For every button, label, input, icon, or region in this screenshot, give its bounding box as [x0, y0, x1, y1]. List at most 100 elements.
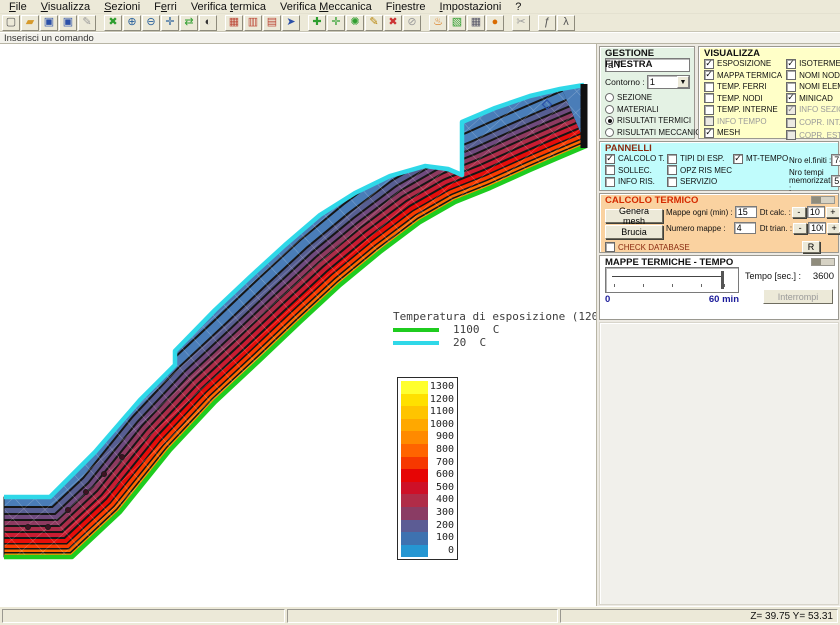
menu-bar: File Visualizza Sezioni Ferri Verifica t…	[0, 0, 840, 14]
edit-sheet-icon[interactable]: ✎	[78, 15, 96, 31]
time-slider[interactable]	[605, 267, 739, 293]
time-slider-handle[interactable]	[721, 271, 724, 289]
check-calcolo-t[interactable]: CALCOLO T.	[605, 153, 663, 165]
check-temp-interne[interactable]: TEMP. INTERNE	[704, 104, 782, 116]
command-input[interactable]: Inserisci un comando	[0, 32, 840, 44]
genera-mesh-button[interactable]: Genera mesh	[605, 209, 663, 223]
scale-cell	[401, 419, 428, 432]
contorno-dropdown[interactable]: 1 ▼	[647, 75, 690, 89]
check-nomi-elementi[interactable]: NOMI ELEMENTI	[786, 81, 840, 93]
check-tipi-di-esp[interactable]: TIPI DI ESP.	[667, 153, 729, 165]
slider-min-label: 0	[605, 294, 610, 305]
check-mt-tempo[interactable]: MT-TEMPO	[733, 153, 785, 165]
material-icon[interactable]: ▧	[448, 15, 466, 31]
panel-scroll-control[interactable]	[811, 258, 835, 266]
check-servizio[interactable]: SERVIZIO	[667, 176, 729, 188]
scale-cell	[401, 532, 428, 545]
menu-file[interactable]: File	[2, 0, 34, 14]
check-minicad[interactable]: MINICAD	[786, 93, 840, 105]
check-opz-ris-mec[interactable]: OPZ RIS MEC	[667, 165, 729, 177]
menu-help[interactable]: ?	[508, 0, 528, 14]
check-esposizione[interactable]: ESPOSIZIONE	[704, 58, 782, 70]
status-left	[2, 609, 285, 623]
scale-cell	[401, 520, 428, 533]
legend-swatch-cold	[393, 341, 439, 345]
numero-mappe-input[interactable]	[734, 222, 756, 234]
delete-bar-icon[interactable]: ✖	[384, 15, 402, 31]
fire-icon[interactable]: ♨	[429, 15, 447, 31]
menu-sezioni[interactable]: Sezioni	[97, 0, 147, 14]
table-icon[interactable]: ▦	[467, 15, 485, 31]
dt-calc-input[interactable]	[807, 206, 825, 218]
section-report-icon[interactable]: ➤	[282, 15, 300, 31]
add-bars-icon[interactable]: ✛	[327, 15, 345, 31]
check-temp-nodi[interactable]: TEMP. NODI	[704, 93, 782, 105]
refresh-icon[interactable]: ⇄	[180, 15, 198, 31]
drawing-canvas[interactable]: Temperatura di esposizione (120'): 1100 …	[0, 44, 597, 606]
formula-fck-icon[interactable]: ƒ	[538, 15, 556, 31]
check-isoterme[interactable]: ISOTERME	[786, 58, 840, 70]
pan-icon[interactable]: ✛	[161, 15, 179, 31]
check-mappa-termica[interactable]: MAPPA TERMICA	[704, 70, 782, 82]
bars-circle-icon[interactable]: ✺	[346, 15, 364, 31]
slider-max-label: 60	[709, 294, 720, 305]
toolbar-separator	[422, 15, 429, 31]
dt-trian-input[interactable]	[808, 222, 826, 234]
menu-ferri[interactable]: Ferri	[147, 0, 184, 14]
r-button[interactable]: R	[802, 241, 820, 253]
exposure-legend: Temperatura di esposizione (120'): 1100 …	[393, 310, 597, 349]
delete-x-icon[interactable]: ✖	[104, 15, 122, 31]
slider-unit-label: min	[722, 294, 739, 305]
status-bar: Z= 39.75 Y= 53.31	[0, 606, 840, 625]
toolbar-separator	[301, 15, 308, 31]
radio-materiali[interactable]: MATERIALI	[605, 104, 690, 116]
interrompi-button[interactable]: Interrompi	[763, 289, 833, 304]
panel-visualizza: VISUALIZZA ESPOSIZIONE MAPPA TERMICA TEM…	[698, 46, 840, 139]
check-database[interactable]: CHECK DATABASE	[605, 241, 690, 253]
menu-visualizza[interactable]: Visualizza	[34, 0, 97, 14]
scale-cell	[401, 431, 428, 444]
panel-scroll-control[interactable]	[811, 196, 835, 204]
brucia-button[interactable]: Brucia	[605, 225, 663, 239]
dt-trian-minus-button[interactable]: -	[793, 223, 807, 234]
menu-impostazioni[interactable]: Impostazioni	[433, 0, 509, 14]
radio-sezione[interactable]: SEZIONE	[605, 92, 690, 104]
save-as-icon[interactable]: ▣	[59, 15, 77, 31]
check-mesh[interactable]: MESH	[704, 127, 782, 139]
check-info-ris[interactable]: INFO RIS.	[605, 176, 663, 188]
status-middle	[287, 609, 558, 623]
menu-finestre[interactable]: Finestre	[379, 0, 433, 14]
tempo-label: Tempo [sec.] :	[745, 271, 801, 281]
zoom-in-icon[interactable]: ⊕	[123, 15, 141, 31]
menu-verifica-meccanica[interactable]: Verifica Meccanica	[273, 0, 379, 14]
scale-cell	[401, 507, 428, 520]
cut-icon[interactable]: ✂	[512, 15, 530, 31]
check-nomi-nodi[interactable]: NOMI NODI	[786, 70, 840, 82]
section-map-icon[interactable]: ▤	[263, 15, 281, 31]
drop-icon[interactable]: ●	[486, 15, 504, 31]
menu-verifica-termica[interactable]: Verifica termica	[184, 0, 273, 14]
panel-mappe-termiche-tempo: MAPPE TERMICHE - TEMPO 0 60 m	[599, 255, 839, 320]
save-icon[interactable]: ▣	[40, 15, 58, 31]
bars-off-icon[interactable]: ⊘	[403, 15, 421, 31]
zoom-out-icon[interactable]: ⊖	[142, 15, 160, 31]
mappe-ogni-input[interactable]	[735, 206, 757, 218]
panel-pannelli: PANNELLI CALCOLO T. SOLLEC. INFO RIS. TI…	[599, 141, 839, 191]
chevron-down-icon[interactable]: ▼	[677, 76, 689, 88]
check-temp-ferri[interactable]: TEMP. FERRI	[704, 81, 782, 93]
formula-lambda-icon[interactable]: λ	[557, 15, 575, 31]
section-temp-icon[interactable]: ▦	[225, 15, 243, 31]
section-nodes-icon[interactable]: ▥	[244, 15, 262, 31]
radio-risultati-meccanici[interactable]: RISULTATI MECCANICI	[605, 127, 690, 139]
check-sollec[interactable]: SOLLEC.	[605, 165, 663, 177]
open-folder-icon[interactable]: ▰	[21, 15, 39, 31]
panel-calcolo-termico: CALCOLO TERMICO Genera mesh Brucia Mappe…	[599, 193, 839, 253]
new-document-icon[interactable]: ▢	[2, 15, 20, 31]
add-bar-icon[interactable]: ✚	[308, 15, 326, 31]
dt-calc-minus-button[interactable]: -	[792, 207, 806, 218]
shade-icon[interactable]: ◐	[199, 15, 217, 31]
edit-bar-icon[interactable]: ✎	[365, 15, 383, 31]
radio-risultati-termici[interactable]: RISULTATI TERMICI	[605, 115, 690, 127]
right-panel: GESTIONE FINESTRA Contorno : 1 ▼ SEZIONE…	[597, 44, 840, 606]
check-copr-est: COPR. EST.	[786, 130, 840, 142]
